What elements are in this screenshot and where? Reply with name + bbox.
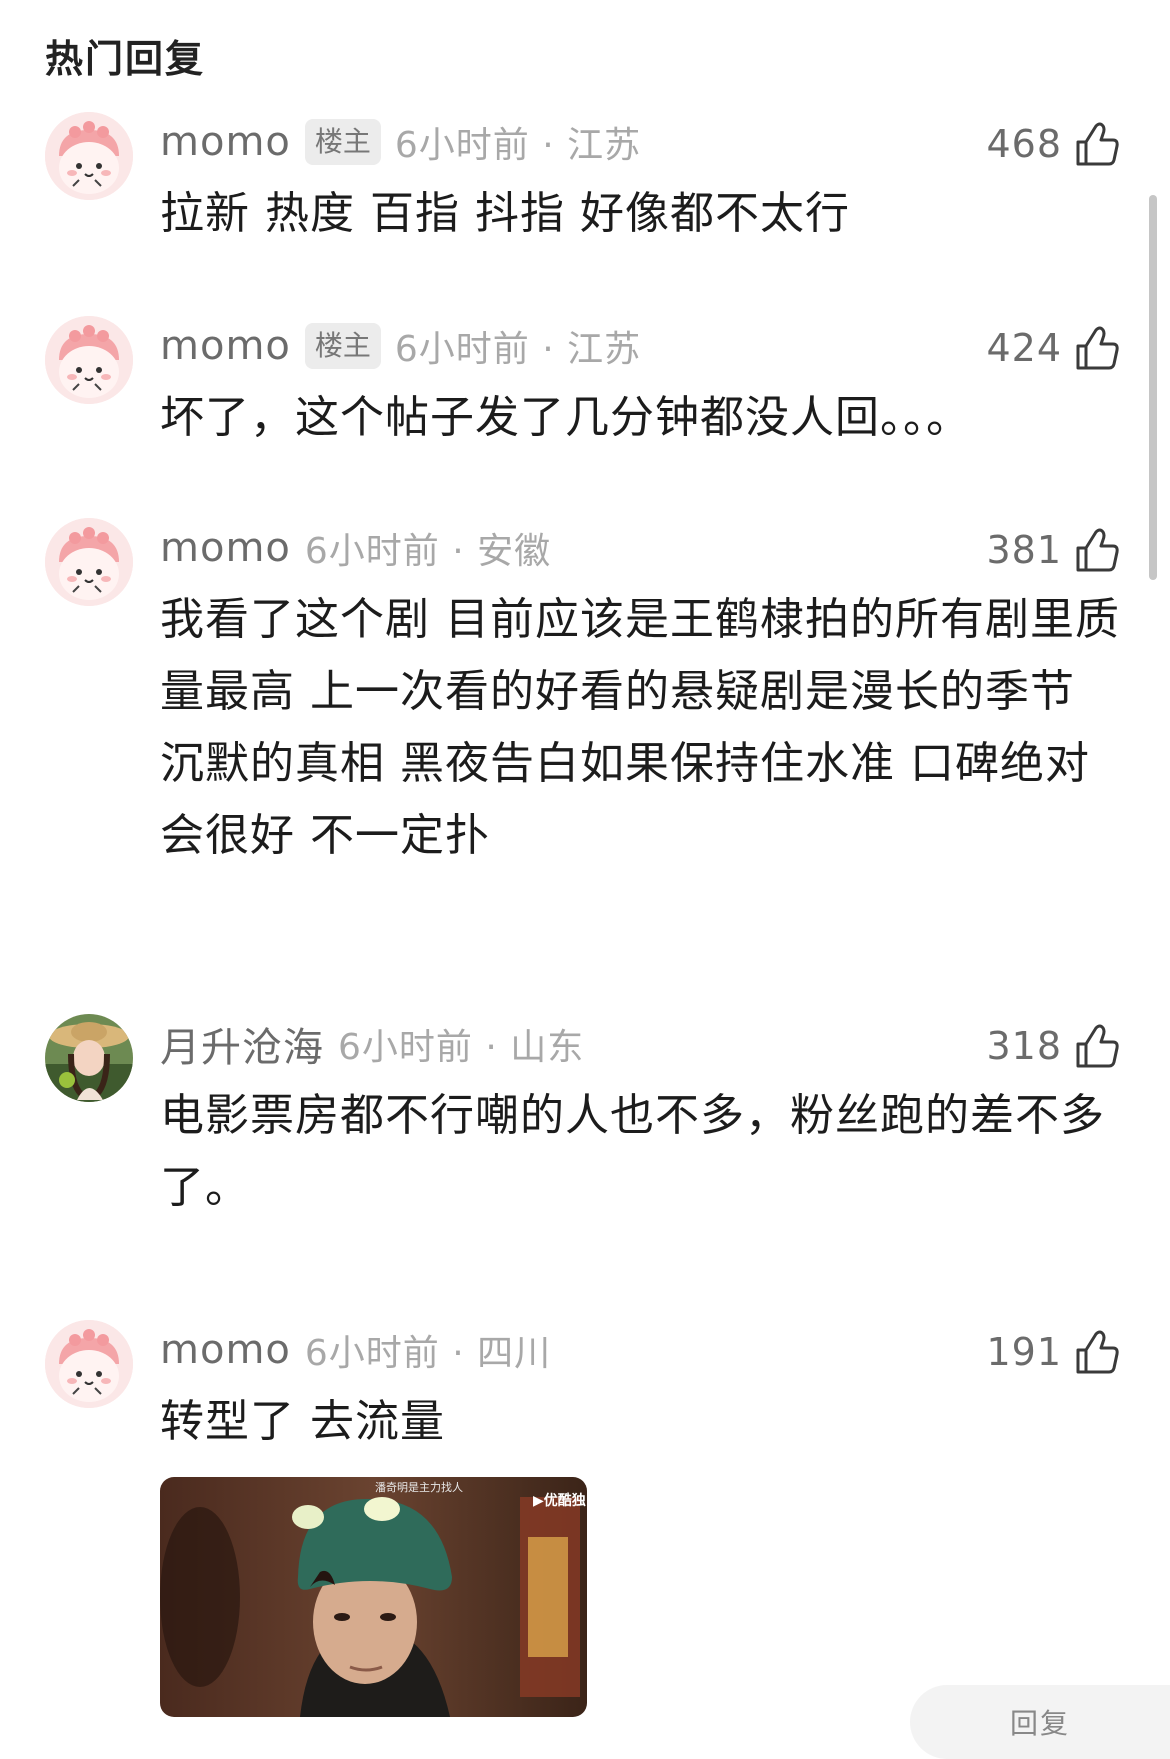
comment-text: 转型了 去流量 bbox=[160, 1396, 445, 1447]
like-button[interactable]: 424 bbox=[986, 320, 1120, 376]
like-button[interactable]: 318 bbox=[986, 1018, 1120, 1074]
avatar[interactable] bbox=[45, 518, 133, 606]
comment-author[interactable]: momo bbox=[160, 1327, 291, 1373]
like-count: 468 bbox=[986, 122, 1062, 166]
image-watermark: ▶优酷独 bbox=[533, 1493, 586, 1509]
comment-text: 电影票房都不行嘲的人也不多，粉丝跑的差不多了。 bbox=[160, 1090, 1105, 1213]
thumbs-up-icon[interactable] bbox=[1074, 120, 1120, 168]
like-button[interactable]: 381 bbox=[986, 522, 1120, 578]
comment-time-location: 6小时前 · 江苏 bbox=[394, 125, 642, 166]
like-button[interactable]: 191 bbox=[986, 1324, 1120, 1380]
comment-text: 坏了，这个帖子发了几分钟都没人回。。。 bbox=[160, 392, 971, 443]
comment-time-location: 6小时前 · 山东 bbox=[338, 1027, 585, 1068]
avatar[interactable] bbox=[45, 112, 133, 200]
comment-author[interactable]: momo bbox=[160, 119, 291, 165]
thumbs-up-icon[interactable] bbox=[1074, 324, 1120, 372]
comment-time-location: 6小时前 · 江苏 bbox=[394, 329, 642, 370]
comment-author[interactable]: momo bbox=[160, 525, 291, 571]
thumbs-up-icon[interactable] bbox=[1074, 1328, 1120, 1376]
avatar[interactable] bbox=[45, 1320, 133, 1408]
quick-reply-label: 回复 bbox=[1009, 1707, 1070, 1740]
scrollbar-thumb[interactable] bbox=[1149, 195, 1157, 580]
like-count: 191 bbox=[986, 1330, 1062, 1374]
like-count: 424 bbox=[986, 326, 1062, 370]
thumbs-up-icon[interactable] bbox=[1074, 526, 1120, 574]
quick-reply-button[interactable]: 回复 bbox=[910, 1685, 1170, 1759]
like-button[interactable]: 468 bbox=[986, 116, 1120, 172]
avatar[interactable] bbox=[45, 1014, 133, 1102]
comment-text: 拉新 热度 百指 抖指 好像都不太行 bbox=[160, 188, 850, 239]
comment-image[interactable] bbox=[160, 1477, 587, 1717]
section-title: 热门回复 bbox=[45, 37, 206, 81]
comment-text: 我看了这个剧 目前应该是王鹤棣拍的所有剧里质量最高 上一次看的好看的悬疑剧是漫长… bbox=[160, 594, 1120, 861]
comment-author[interactable]: 月升沧海 bbox=[160, 1015, 324, 1073]
comment-time-location: 6小时前 · 四川 bbox=[304, 1333, 552, 1374]
like-count: 381 bbox=[986, 528, 1062, 572]
comment-author[interactable]: momo bbox=[160, 323, 291, 369]
op-badge: 楼主 bbox=[304, 323, 381, 369]
image-caption: 潘奇明是主力找人 bbox=[375, 1481, 463, 1494]
like-count: 318 bbox=[986, 1024, 1062, 1068]
comment-time-location: 6小时前 · 安徽 bbox=[304, 531, 552, 572]
avatar[interactable] bbox=[45, 316, 133, 404]
thumbs-up-icon[interactable] bbox=[1074, 1022, 1120, 1070]
op-badge: 楼主 bbox=[304, 119, 381, 165]
